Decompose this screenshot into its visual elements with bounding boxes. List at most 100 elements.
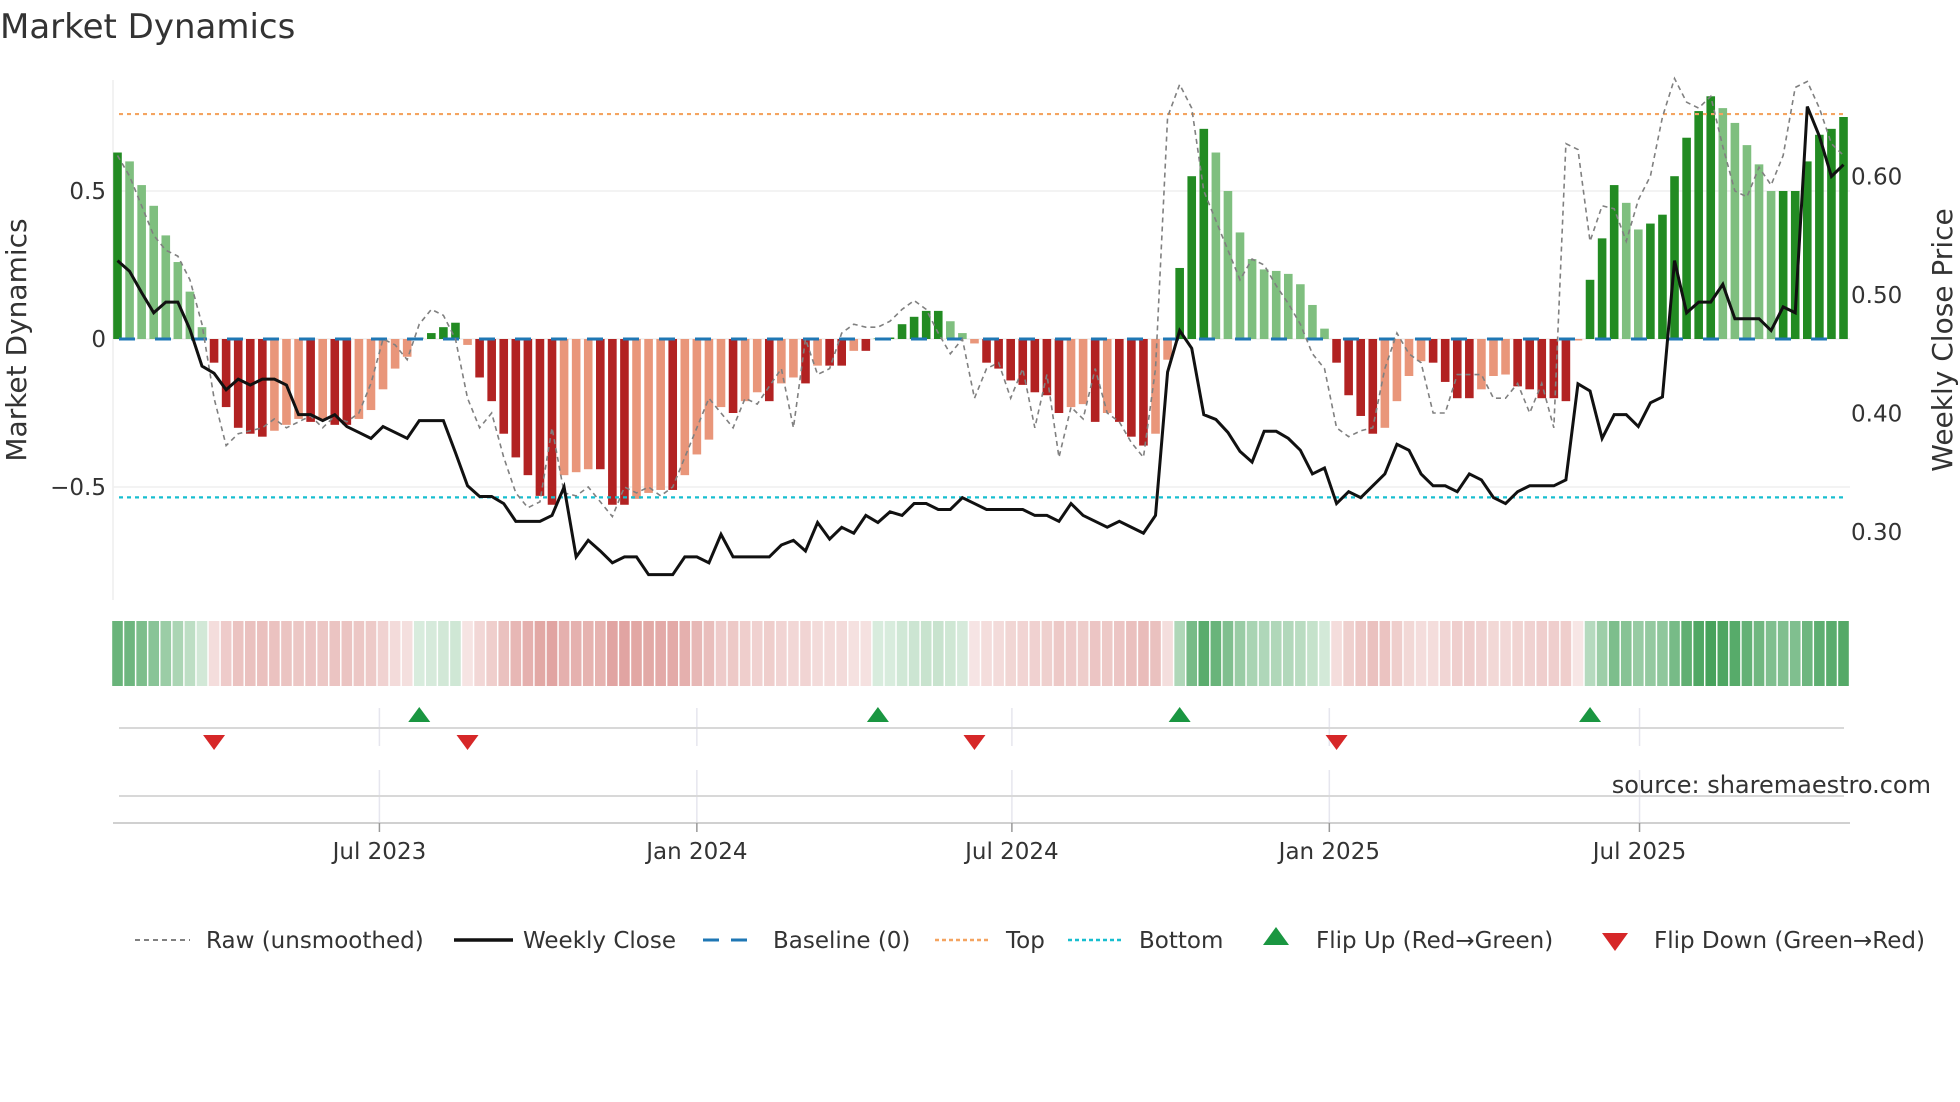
bar xyxy=(209,339,219,363)
legend-baseline-label: Baseline (0) xyxy=(773,928,910,954)
flip-up-marker xyxy=(866,707,889,722)
heat-cell xyxy=(486,621,497,686)
heat-cell xyxy=(281,621,292,686)
bar xyxy=(1537,339,1547,399)
x-tick-label: Jul 2025 xyxy=(1591,839,1687,865)
bar xyxy=(1139,339,1148,446)
heat-cell xyxy=(1500,621,1511,686)
heat-cell xyxy=(1741,621,1753,686)
heat-cell xyxy=(1138,621,1149,686)
heat-cell xyxy=(1439,621,1451,686)
heat-cell xyxy=(377,621,389,686)
legend-bottom-label: Bottom xyxy=(1139,928,1223,954)
heat-cell xyxy=(208,621,220,686)
heat-cell xyxy=(365,621,377,686)
heat-strip xyxy=(112,621,1849,686)
heat-cell xyxy=(534,621,546,686)
heat-cell xyxy=(872,621,884,686)
heat-cell xyxy=(1162,621,1173,686)
heat-cell xyxy=(1633,621,1644,686)
bar xyxy=(1078,339,1088,405)
bar xyxy=(861,339,871,351)
bar xyxy=(1211,152,1221,339)
y-tick-label: 0.5 xyxy=(69,179,106,205)
heat-cell xyxy=(426,621,437,686)
heat-cell xyxy=(1548,621,1560,686)
heat-cell xyxy=(1101,621,1113,686)
heat-cell xyxy=(1464,621,1475,686)
bar xyxy=(571,339,581,473)
x-axis-ticks: Jul 2023 Jan 2024 Jul 2024 Jan 2025 Jul 2025 xyxy=(331,823,1687,865)
legend-flip-up-label: Flip Up (Red→Green) xyxy=(1316,928,1553,954)
bar xyxy=(1247,259,1257,339)
heat-cell xyxy=(389,621,401,686)
bar xyxy=(789,339,798,378)
heat-cell xyxy=(1789,621,1801,686)
bar xyxy=(1368,339,1378,434)
heat-cell xyxy=(884,621,896,686)
heat-cell xyxy=(595,621,606,686)
bar xyxy=(1440,339,1450,382)
left-axis-label: Market Dynamics xyxy=(0,218,33,461)
heat-cell xyxy=(1838,621,1849,686)
heat-cell xyxy=(1391,621,1403,686)
bar xyxy=(1658,214,1667,339)
heat-cell xyxy=(124,621,135,686)
heat-cell xyxy=(1608,621,1620,686)
bars-group xyxy=(113,96,1848,505)
legend-flip-down-label: Flip Down (Green→Red) xyxy=(1654,928,1925,954)
heat-cell xyxy=(1681,621,1692,686)
bar xyxy=(113,152,122,339)
heat-cell xyxy=(920,621,932,686)
bar xyxy=(1452,339,1462,399)
bar xyxy=(1223,191,1233,339)
heat-cell xyxy=(1126,621,1137,686)
heat-cell xyxy=(1765,621,1777,686)
right-axis-label: Weekly Close Price xyxy=(1926,208,1959,471)
heat-cell xyxy=(836,621,847,686)
bar xyxy=(1030,339,1040,393)
heat-cell xyxy=(438,621,449,686)
heat-cell xyxy=(1826,621,1837,686)
x-tick-label: Jul 2023 xyxy=(331,839,427,865)
heat-cell xyxy=(788,621,799,686)
heat-cell xyxy=(1005,621,1016,686)
heat-cell xyxy=(945,621,956,686)
y2-tick-label: 0.30 xyxy=(1851,520,1902,546)
heat-cell xyxy=(1017,621,1029,686)
bar xyxy=(559,339,569,476)
bar xyxy=(137,185,146,339)
bar xyxy=(1356,339,1366,416)
y2-tick-label: 0.40 xyxy=(1851,402,1902,428)
bar xyxy=(1199,128,1209,339)
x-tick-label: Jul 2024 xyxy=(963,839,1059,865)
y-tick-label: 0 xyxy=(91,327,106,353)
heat-cell xyxy=(148,621,160,686)
bar xyxy=(933,310,943,339)
legend: Raw (unsmoothed) Weekly Close Baseline (… xyxy=(135,927,1925,954)
heat-cell xyxy=(607,621,618,686)
heat-cell xyxy=(1814,621,1825,686)
flip-up-marker xyxy=(408,707,431,722)
heat-cell xyxy=(1596,621,1608,686)
heat-cell xyxy=(860,621,872,686)
heat-cell xyxy=(957,621,968,686)
bar xyxy=(1115,339,1124,422)
bar xyxy=(535,339,545,496)
bar xyxy=(668,339,678,490)
bar xyxy=(644,339,653,493)
heat-cell xyxy=(1403,621,1415,686)
heat-cell xyxy=(1512,621,1523,686)
chart-title: Market Dynamics xyxy=(0,7,295,47)
heat-cell xyxy=(1174,621,1185,686)
heat-cell xyxy=(136,621,147,686)
bar xyxy=(1344,339,1353,396)
flip-panel: Jul 2023 Jan 2024 Jul 2024 Jan 2025 Jul 2025… xyxy=(113,707,1931,865)
bar xyxy=(583,339,593,470)
heat-cell xyxy=(751,621,763,686)
heat-cell xyxy=(800,621,811,686)
bar xyxy=(1090,339,1100,422)
bar xyxy=(258,339,267,437)
flip-up-icon xyxy=(1263,927,1289,945)
heat-cell xyxy=(1560,621,1572,686)
